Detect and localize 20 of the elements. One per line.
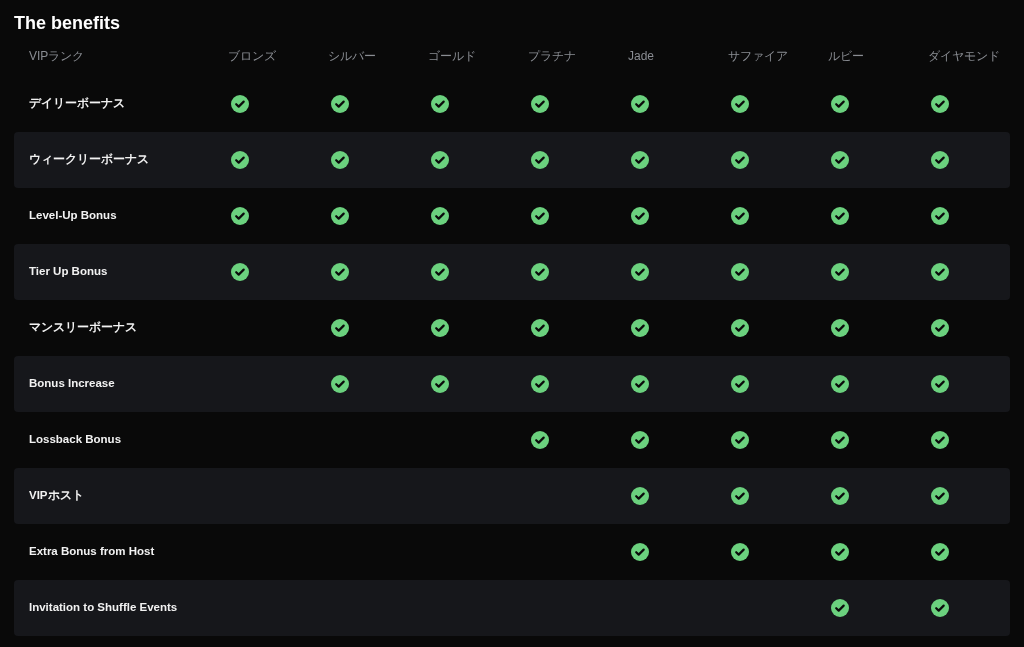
benefit-label: マンスリーボーナス <box>28 320 138 336</box>
column-header: ゴールド <box>428 48 477 65</box>
column-header: サファイア <box>728 48 789 65</box>
column-header: ルビー <box>828 48 865 65</box>
column-header: Jade <box>628 48 656 65</box>
benefit-label: VIPホスト <box>28 488 85 504</box>
column-header: プラチナ <box>528 48 577 65</box>
benefit-label: Tier Up Bonus <box>28 264 109 280</box>
benefit-label: Lossback Bonus <box>28 432 123 448</box>
benefit-label: デイリーボーナス <box>28 96 126 112</box>
benefit-label: Bonus Increase <box>28 376 116 392</box>
section-title: The benefits <box>14 12 121 34</box>
benefit-label: ウィークリーボーナス <box>28 152 150 168</box>
column-header: VIPランク <box>28 48 86 65</box>
column-header: ブロンズ <box>228 48 277 65</box>
column-header: ダイヤモンド <box>928 48 1001 65</box>
benefit-label: Level-Up Bonus <box>28 208 118 224</box>
benefit-label: Extra Bonus from Host <box>28 544 156 560</box>
benefit-label: Invitation to Shuffle Events <box>28 600 179 616</box>
column-header: シルバー <box>328 48 377 65</box>
